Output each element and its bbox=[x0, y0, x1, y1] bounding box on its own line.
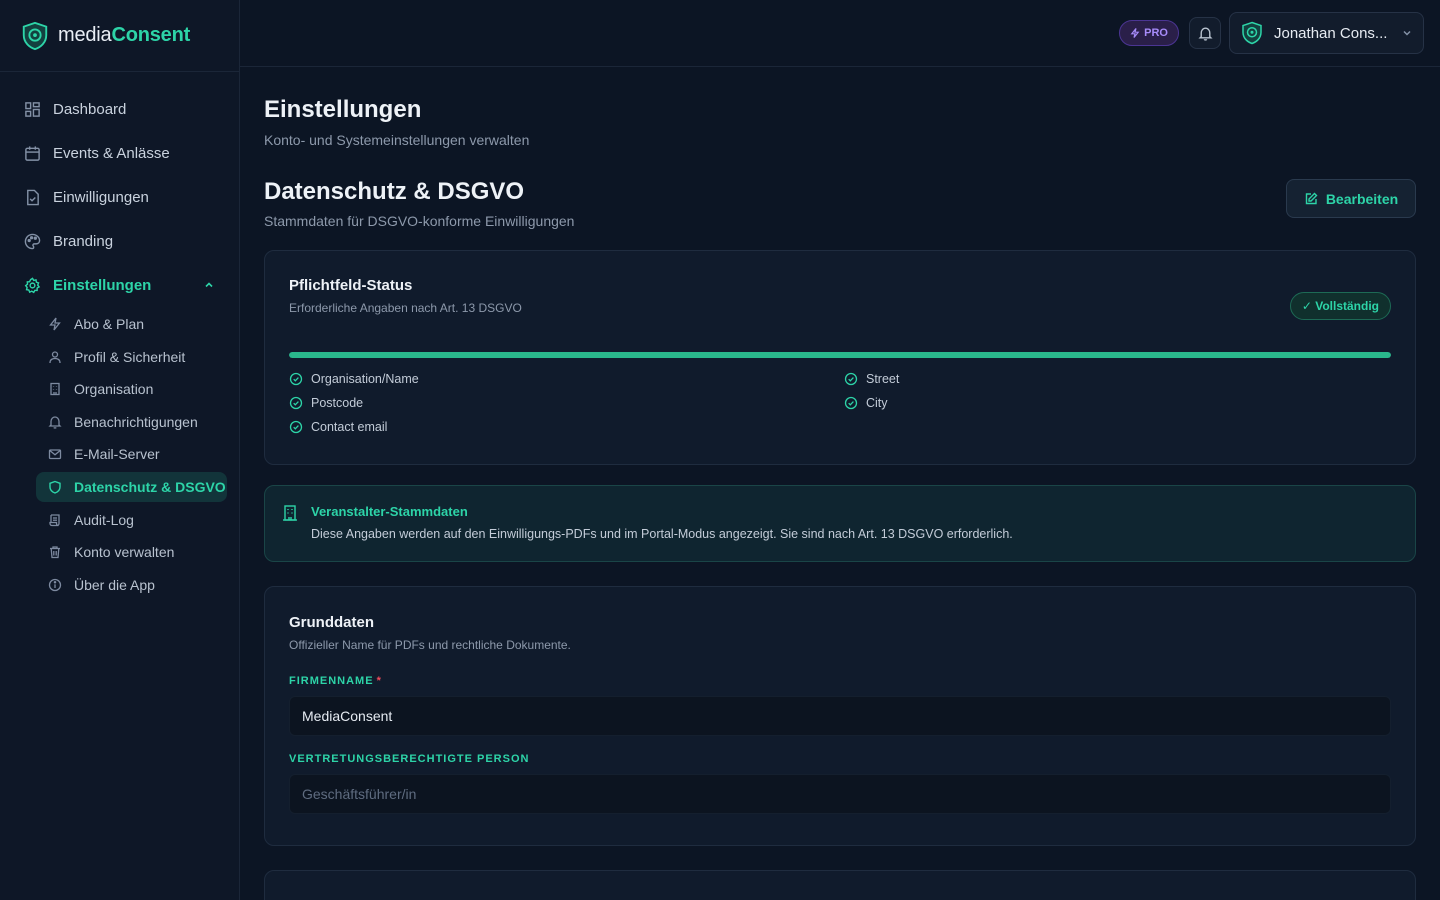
required-marker: * bbox=[376, 675, 382, 687]
nav-item-label: Einwilligungen bbox=[53, 188, 149, 206]
user-menu-button[interactable]: Jonathan Cons... bbox=[1229, 12, 1424, 54]
chevron-down-icon bbox=[1403, 30, 1411, 36]
company-name-label: FIRMENNAME * bbox=[289, 675, 382, 687]
sub-item-notifications[interactable]: Benachrichtigungen bbox=[36, 407, 227, 437]
edit-label: Bearbeiten bbox=[1325, 190, 1399, 207]
status-title: Pflichtfeld-Status bbox=[289, 277, 413, 294]
sub-item-label: Über die App bbox=[74, 576, 155, 593]
status-subtitle: Erforderliche Angaben nach Art. 13 DSGVO bbox=[289, 301, 522, 315]
sub-item-label: E-Mail-Server bbox=[74, 446, 160, 463]
check-item: Street bbox=[844, 371, 1391, 387]
shield-logo-icon bbox=[22, 21, 48, 50]
status-badge: ✓ Vollständig bbox=[1289, 292, 1391, 320]
sub-item-privacy[interactable]: Datenschutz & DSGVO bbox=[36, 471, 227, 502]
sub-item-label: Datenschutz & DSGVO bbox=[74, 478, 226, 495]
sub-item-audit-log[interactable]: Audit-Log bbox=[36, 505, 227, 535]
bolt-icon bbox=[1130, 28, 1140, 38]
section-title: Datenschutz & DSGVO bbox=[264, 178, 525, 205]
topbar: PRO Jonathan Cons... bbox=[240, 0, 1440, 67]
document-check-icon bbox=[27, 189, 39, 205]
nav-item-events[interactable]: Events & Anlässe bbox=[0, 131, 227, 175]
page-subtitle: Konto- und Systemeinstellungen verwalten bbox=[264, 132, 530, 148]
info-title: Veranstalter-Stammdaten bbox=[311, 504, 468, 519]
nav-item-consents[interactable]: Einwilligungen bbox=[0, 175, 227, 219]
sub-item-label: Abo & Plan bbox=[74, 316, 145, 332]
representative-input[interactable] bbox=[289, 774, 1391, 814]
check-circle-icon bbox=[289, 396, 303, 410]
check-item: Postcode bbox=[289, 395, 844, 411]
main-nav: Dashboard Events & Anlässe Einwilligunge… bbox=[0, 72, 239, 600]
check-item: Organisation/Name bbox=[289, 371, 844, 387]
check-circle-icon bbox=[289, 420, 303, 434]
brand[interactable]: mediaConsent bbox=[0, 0, 239, 72]
check-circle-icon bbox=[844, 372, 858, 386]
sub-item-label: Konto verwalten bbox=[74, 544, 175, 561]
nav-item-label: Events & Anlässe bbox=[53, 144, 170, 162]
nav-item-label: Branding bbox=[53, 232, 114, 250]
section-header: Datenschutz & DSGVO Stammdaten für DSGVO… bbox=[264, 178, 1416, 230]
edit-icon bbox=[1305, 192, 1318, 204]
sub-item-plan[interactable]: Abo & Plan bbox=[36, 309, 227, 339]
progress-bar bbox=[289, 352, 1391, 358]
sub-item-organisation[interactable]: Organisation bbox=[36, 374, 227, 404]
sub-item-mail-server[interactable]: E-Mail-Server bbox=[36, 439, 227, 469]
building-icon bbox=[50, 383, 60, 396]
edit-button[interactable]: Bearbeiten bbox=[1286, 179, 1416, 218]
sub-item-about[interactable]: Über die App bbox=[36, 570, 227, 600]
representative-label: VERTRETUNGSBERECHTIGTE PERSON bbox=[289, 753, 530, 765]
nav-item-branding[interactable]: Branding bbox=[0, 219, 227, 263]
avatar bbox=[1242, 21, 1262, 45]
organizer-info-banner: Veranstalter-Stammdaten Diese Angaben we… bbox=[264, 485, 1416, 562]
shield-icon bbox=[49, 480, 61, 494]
bolt-icon bbox=[49, 317, 61, 331]
trash-icon bbox=[50, 546, 60, 559]
bell-icon bbox=[48, 416, 62, 429]
basics-title: Grunddaten bbox=[289, 614, 374, 631]
pro-label: PRO bbox=[1144, 27, 1168, 39]
main-content: Einstellungen Konto- und Systemeinstellu… bbox=[264, 67, 1416, 900]
user-name: Jonathan Cons... bbox=[1274, 24, 1388, 42]
nav-item-settings[interactable]: Einstellungen bbox=[0, 263, 227, 307]
sub-item-label: Benachrichtigungen bbox=[74, 413, 198, 430]
sidebar: mediaConsent Dashboard Events & Anlässe … bbox=[0, 0, 240, 900]
notifications-button[interactable] bbox=[1189, 17, 1221, 49]
info-icon bbox=[48, 578, 62, 591]
check-item: City bbox=[844, 395, 1391, 411]
company-name-input[interactable] bbox=[289, 696, 1391, 736]
required-fields-status-card: Pflichtfeld-Status Erforderliche Angaben… bbox=[264, 250, 1416, 465]
section-subtitle: Stammdaten für DSGVO-konforme Einwilligu… bbox=[264, 213, 575, 229]
sub-item-profile[interactable]: Profil & Sicherheit bbox=[36, 342, 227, 372]
sub-item-label: Profil & Sicherheit bbox=[74, 348, 186, 365]
pro-badge[interactable]: PRO bbox=[1119, 20, 1179, 46]
nav-item-dashboard[interactable]: Dashboard bbox=[0, 87, 227, 131]
user-icon bbox=[49, 350, 61, 363]
bell-icon bbox=[1197, 26, 1213, 41]
check-item: Contact email bbox=[289, 419, 844, 435]
dashboard-icon bbox=[25, 101, 40, 117]
building-icon bbox=[283, 505, 297, 521]
mail-icon bbox=[48, 449, 62, 460]
basic-data-card: Grunddaten Offizieller Name für PDFs und… bbox=[264, 586, 1416, 846]
checklist: Organisation/Name Street Postcode City C… bbox=[289, 371, 1391, 435]
info-text: Diese Angaben werden auf den Einwilligun… bbox=[311, 527, 1013, 541]
progress-fill bbox=[289, 352, 1391, 358]
check-circle-icon bbox=[289, 372, 303, 386]
check-circle-icon bbox=[844, 396, 858, 410]
scroll-icon bbox=[49, 513, 60, 526]
page-title: Einstellungen bbox=[264, 96, 422, 123]
gear-icon bbox=[24, 276, 41, 293]
settings-subnav: Abo & Plan Profil & Sicherheit Organisat… bbox=[0, 307, 239, 600]
nav-item-label: Einstellungen bbox=[53, 276, 152, 294]
basics-subtitle: Offizieller Name für PDFs und rechtliche… bbox=[289, 638, 571, 652]
palette-icon bbox=[24, 233, 41, 249]
sub-item-label: Organisation bbox=[74, 381, 154, 398]
sub-item-label: Audit-Log bbox=[74, 511, 134, 528]
chevron-up-icon[interactable] bbox=[203, 279, 215, 291]
calendar-icon bbox=[25, 145, 40, 161]
next-section-card bbox=[264, 870, 1416, 900]
sub-item-account[interactable]: Konto verwalten bbox=[36, 537, 227, 567]
nav-item-label: Dashboard bbox=[53, 100, 127, 118]
brand-name: mediaConsent bbox=[58, 24, 191, 46]
